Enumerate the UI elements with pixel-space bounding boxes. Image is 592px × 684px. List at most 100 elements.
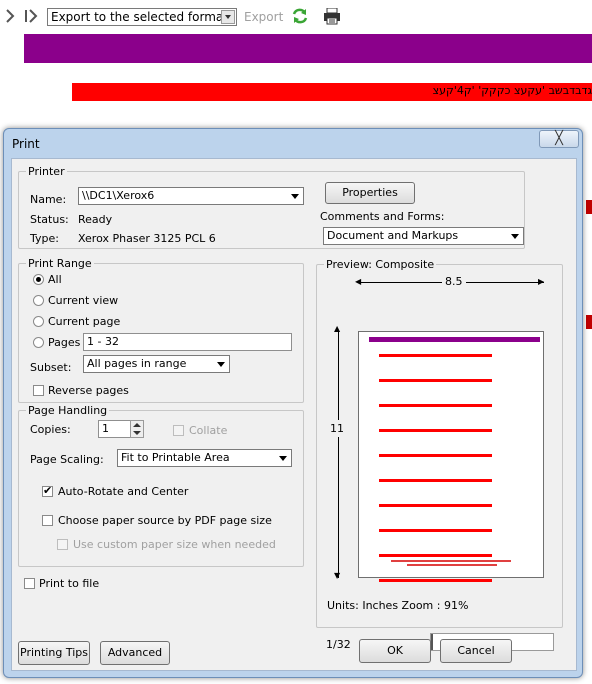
arrow-up-icon: ▲: [334, 324, 341, 333]
printing-tips-button[interactable]: Printing Tips: [18, 641, 90, 665]
custom-paper-checkbox[interactable]: [57, 539, 68, 550]
reverse-pages-checkbox[interactable]: [33, 385, 44, 396]
range-all-label[interactable]: All: [48, 273, 62, 286]
printer-type-label: Type:: [30, 232, 59, 245]
preview-red-row: [379, 479, 492, 482]
export-format-value: Export to the selected format: [51, 10, 228, 24]
printer-status-value: Ready: [78, 213, 113, 226]
preview-red-row: [379, 354, 492, 357]
copies-value: 1: [102, 422, 109, 435]
range-current-view-label[interactable]: Current view: [48, 294, 118, 307]
preview-header-band: [369, 337, 540, 342]
preview-red-row: [379, 529, 492, 532]
report-red-band: גדבדבשב 'עקעצ כקקק' 'ק4'קעצ: [72, 83, 592, 101]
range-current-page-label[interactable]: Current page: [48, 315, 120, 328]
printer-name-select[interactable]: \\DC1\Xerox6: [78, 187, 304, 205]
range-pages-radio[interactable]: [33, 337, 44, 348]
properties-button[interactable]: Properties: [325, 182, 415, 204]
chevron-down-icon: [276, 451, 290, 465]
slider-thumb[interactable]: [431, 634, 433, 650]
printer-status-label: Status:: [30, 213, 69, 226]
print-dialog: Print ╳ Printer Name: \\DC1\Xerox6 Statu…: [3, 128, 583, 678]
pages-input-value: 1 - 32: [87, 335, 119, 348]
chevron-down-icon: [288, 189, 302, 203]
preview-page: [358, 331, 544, 582]
refresh-icon[interactable]: [291, 7, 309, 25]
reverse-pages-label[interactable]: Reverse pages: [48, 384, 129, 397]
preview-width-label: 8.5: [442, 275, 466, 288]
pages-input[interactable]: 1 - 32: [83, 333, 292, 351]
range-all-radio[interactable]: [33, 274, 44, 285]
preview-red-row: [379, 554, 492, 557]
paper-source-checkbox[interactable]: [42, 515, 53, 526]
preview-height-label: 11: [330, 420, 344, 437]
printer-name-value: \\DC1\Xerox6: [82, 189, 155, 202]
page-counter: 1/32: [326, 638, 351, 651]
report-edge-mark: [586, 200, 592, 214]
previous-page-icon[interactable]: [5, 9, 15, 23]
copies-label: Copies:: [30, 423, 71, 436]
preview-red-row: [379, 504, 492, 507]
close-button[interactable]: ╳: [539, 130, 579, 148]
range-pages-label[interactable]: Pages: [48, 336, 80, 349]
print-icon[interactable]: [323, 8, 341, 25]
export-button[interactable]: Export: [244, 10, 283, 24]
page-scaling-label: Page Scaling:: [30, 453, 104, 466]
advanced-button[interactable]: Advanced: [100, 641, 170, 665]
preview-red-row: [379, 579, 492, 582]
arrow-right-icon: ▶: [538, 277, 545, 286]
spin-down-icon[interactable]: [133, 431, 141, 435]
printer-legend: Printer: [26, 165, 67, 178]
spin-up-icon[interactable]: [133, 423, 141, 427]
preview-legend: Preview: Composite: [324, 258, 437, 271]
subset-label: Subset:: [30, 361, 72, 374]
copies-stepper[interactable]: [130, 420, 144, 438]
export-format-select[interactable]: Export to the selected format: [47, 8, 237, 26]
preview-red-row: [379, 454, 492, 457]
ok-button[interactable]: OK: [359, 639, 431, 663]
units-zoom-label: Units: Inches Zoom : 91%: [327, 599, 469, 612]
arrow-left-icon: ◀: [355, 277, 362, 286]
range-current-view-radio[interactable]: [33, 295, 44, 306]
page-handling-legend: Page Handling: [26, 404, 110, 417]
printer-type-value: Xerox Phaser 3125 PCL 6: [78, 232, 216, 245]
printer-name-label: Name:: [30, 193, 67, 206]
collate-checkbox[interactable]: [173, 425, 184, 436]
print-to-file-label[interactable]: Print to file: [39, 577, 99, 590]
dialog-title: Print: [12, 137, 40, 151]
comments-forms-select[interactable]: Document and Markups: [323, 227, 524, 245]
subset-select[interactable]: All pages in range: [83, 355, 230, 373]
chevron-down-icon: [508, 229, 522, 243]
last-page-icon[interactable]: [24, 9, 38, 23]
report-edge-mark: [586, 315, 592, 329]
comments-forms-value: Document and Markups: [327, 229, 459, 242]
print-range-legend: Print Range: [26, 257, 94, 270]
custom-paper-label: Use custom paper size when needed: [73, 538, 276, 551]
dialog-client-area: Printer Name: \\DC1\Xerox6 Status: Ready…: [11, 158, 577, 671]
report-header-band: [24, 34, 592, 63]
subset-value: All pages in range: [87, 357, 187, 370]
report-red-band-text: גדבדבשב 'עקעצ כקקק' 'ק4'קעצ: [432, 84, 592, 97]
preview-red-row: [379, 429, 492, 432]
preview-red-row: [379, 379, 492, 382]
range-current-page-radio[interactable]: [33, 316, 44, 327]
copies-input[interactable]: 1: [98, 420, 132, 438]
comments-forms-label: Comments and Forms:: [320, 210, 445, 223]
preview-footer-line: [407, 564, 497, 566]
print-to-file-checkbox[interactable]: [24, 578, 35, 589]
page-scaling-value: Fit to Printable Area: [121, 451, 230, 464]
auto-rotate-checkbox[interactable]: [42, 484, 53, 497]
auto-rotate-label[interactable]: Auto-Rotate and Center: [58, 485, 188, 498]
report-toolbar: Export to the selected format Export: [0, 0, 592, 34]
page-scaling-select[interactable]: Fit to Printable Area: [117, 449, 292, 467]
chevron-down-icon: [214, 357, 228, 371]
cancel-button[interactable]: Cancel: [440, 639, 512, 663]
paper-source-label[interactable]: Choose paper source by PDF page size: [58, 514, 272, 527]
chevron-down-icon: [221, 10, 235, 24]
preview-red-row: [379, 404, 492, 407]
height-dimension-line: [338, 331, 339, 578]
collate-label: Collate: [189, 424, 228, 437]
preview-footer-line: [391, 560, 511, 562]
close-icon: ╳: [555, 131, 563, 146]
arrow-down-icon: ▼: [334, 571, 341, 580]
